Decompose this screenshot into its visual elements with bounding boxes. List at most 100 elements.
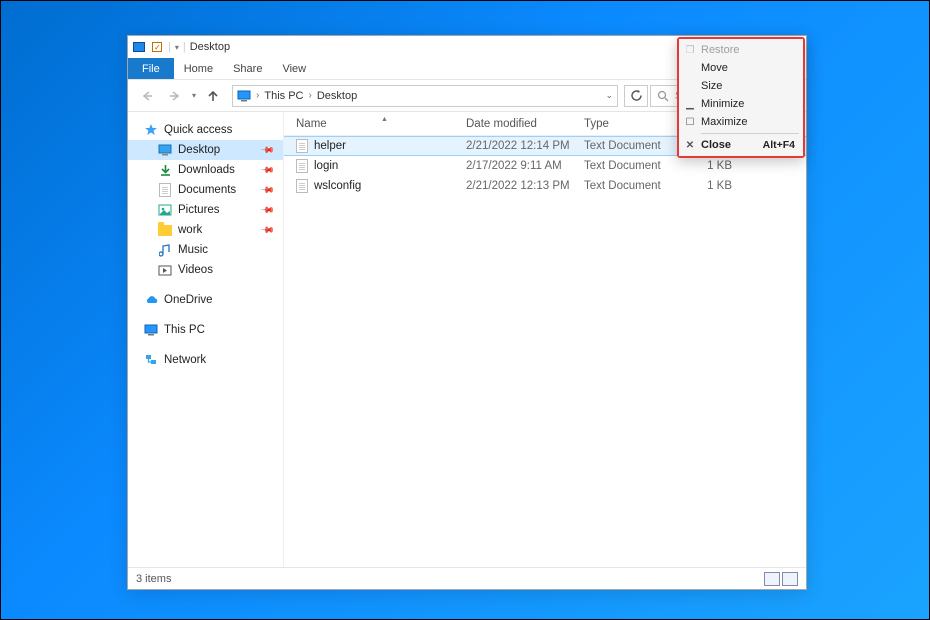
sidebar-item-label: Videos	[178, 264, 213, 276]
explorer-app-icon	[132, 40, 146, 54]
breadcrumb-thispc[interactable]: This PC	[264, 90, 303, 102]
sidebar-item-label: This PC	[164, 324, 205, 336]
qat-properties-icon[interactable]: ✓	[150, 40, 164, 54]
sidebar-item-label: Documents	[178, 184, 236, 196]
monitor-icon	[144, 323, 158, 337]
pin-icon: 📌	[260, 222, 276, 238]
music-icon	[158, 243, 172, 257]
sidebar-item-desktop[interactable]: Desktop 📌	[128, 140, 283, 160]
menu-size[interactable]: Size	[679, 77, 803, 95]
address-bar[interactable]: › This PC › Desktop ⌄	[232, 85, 618, 107]
downloads-icon	[158, 163, 172, 177]
details-view-icon[interactable]	[764, 572, 780, 586]
file-date: 2/17/2022 9:11 AM	[466, 160, 584, 172]
sidebar-item-music[interactable]: Music	[128, 240, 283, 260]
file-size: 1 KB	[690, 180, 750, 192]
menu-label: Size	[701, 80, 722, 92]
sidebar-onedrive[interactable]: OneDrive	[128, 290, 283, 310]
file-date: 2/21/2022 12:14 PM	[466, 140, 584, 152]
sidebar-network[interactable]: Network	[128, 350, 283, 370]
sidebar-item-videos[interactable]: Videos	[128, 260, 283, 280]
status-bar: 3 items	[128, 567, 806, 589]
sidebar-item-label: OneDrive	[164, 294, 213, 306]
file-type: Text Document	[584, 180, 690, 192]
sidebar-item-work[interactable]: work 📌	[128, 220, 283, 240]
tab-share[interactable]: Share	[223, 58, 272, 79]
sidebar-quick-access[interactable]: Quick access	[128, 120, 283, 140]
system-menu-highlight: ❐ Restore Move Size ▁ Minimize ☐ Maximiz…	[677, 37, 805, 158]
address-dropdown-icon[interactable]: ⌄	[605, 90, 613, 101]
menu-minimize[interactable]: ▁ Minimize	[679, 95, 803, 113]
column-name[interactable]: ▲ Name	[296, 118, 466, 130]
column-label: Name	[296, 118, 327, 130]
monitor-icon	[237, 89, 251, 103]
menu-move[interactable]: Move	[679, 59, 803, 77]
file-row[interactable]: wslconfig 2/21/2022 12:13 PM Text Docume…	[284, 176, 806, 196]
column-label: Date modified	[466, 118, 537, 130]
search-icon	[657, 90, 669, 102]
file-name: login	[314, 160, 338, 172]
menu-shortcut: Alt+F4	[763, 139, 795, 151]
restore-icon: ❐	[684, 45, 696, 56]
sidebar-item-pictures[interactable]: Pictures 📌	[128, 200, 283, 220]
qat-separator-2: |	[183, 41, 186, 53]
window-title: Desktop	[190, 41, 230, 53]
tab-home[interactable]: Home	[174, 58, 223, 79]
file-type: Text Document	[584, 160, 690, 172]
pin-icon: 📌	[260, 202, 276, 218]
sidebar-item-label: Downloads	[178, 164, 235, 176]
close-icon: ✕	[684, 140, 696, 151]
file-list: ▲ Name Date modified Type Size helper 2/…	[284, 112, 806, 567]
body: Quick access Desktop 📌 Downloads 📌 Docum…	[128, 112, 806, 567]
videos-icon	[158, 263, 172, 277]
sidebar-item-label: Quick access	[164, 124, 232, 136]
folder-icon	[158, 223, 172, 237]
sidebar-item-label: Music	[178, 244, 208, 256]
forward-button[interactable]	[162, 83, 188, 109]
file-size: 1 KB	[690, 160, 750, 172]
refresh-button[interactable]	[624, 85, 648, 107]
tab-view[interactable]: View	[272, 58, 316, 79]
minimize-icon: ▁	[684, 99, 696, 110]
star-icon	[144, 123, 158, 137]
file-row[interactable]: login 2/17/2022 9:11 AM Text Document 1 …	[284, 156, 806, 176]
sidebar-item-documents[interactable]: Documents 📌	[128, 180, 283, 200]
column-label: Type	[584, 118, 609, 130]
chevron-right-icon: ›	[256, 90, 259, 101]
menu-label: Close	[701, 139, 731, 151]
menu-restore[interactable]: ❐ Restore	[679, 41, 803, 59]
up-button[interactable]	[200, 83, 226, 109]
pin-icon: 📌	[260, 142, 276, 158]
menu-label: Maximize	[701, 116, 747, 128]
back-button[interactable]	[134, 83, 160, 109]
sidebar-item-label: Desktop	[178, 144, 220, 156]
pin-icon: 📌	[260, 182, 276, 198]
documents-icon	[158, 183, 172, 197]
column-date[interactable]: Date modified	[466, 118, 584, 130]
breadcrumb-desktop[interactable]: Desktop	[317, 90, 357, 102]
recent-locations-chevron-icon[interactable]: ▾	[190, 91, 198, 100]
arrow-right-icon	[168, 89, 182, 103]
desktop-icon	[158, 143, 172, 157]
column-type[interactable]: Type	[584, 118, 690, 130]
sidebar-item-label: work	[178, 224, 202, 236]
sidebar-item-downloads[interactable]: Downloads 📌	[128, 160, 283, 180]
menu-close[interactable]: ✕ Close Alt+F4	[679, 136, 803, 154]
arrow-left-icon	[140, 89, 154, 103]
maximize-icon: ☐	[684, 117, 696, 128]
qat-dropdown-icon[interactable]: ▾	[175, 43, 179, 52]
cloud-icon	[144, 293, 158, 307]
large-icons-view-icon[interactable]	[782, 572, 798, 586]
file-type: Text Document	[584, 140, 690, 152]
file-name: helper	[314, 140, 346, 152]
sidebar-this-pc[interactable]: This PC	[128, 320, 283, 340]
file-tab[interactable]: File	[128, 58, 174, 79]
sidebar-item-label: Network	[164, 354, 206, 366]
file-name: wslconfig	[314, 180, 361, 192]
menu-label: Minimize	[701, 98, 744, 110]
document-icon	[296, 179, 308, 193]
file-date: 2/21/2022 12:13 PM	[466, 180, 584, 192]
navigation-pane: Quick access Desktop 📌 Downloads 📌 Docum…	[128, 112, 284, 567]
pictures-icon	[158, 203, 172, 217]
menu-maximize[interactable]: ☐ Maximize	[679, 113, 803, 131]
